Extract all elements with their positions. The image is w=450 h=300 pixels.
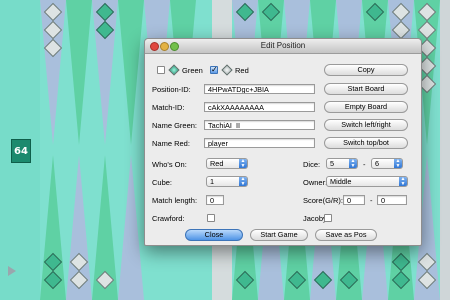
edit-position-dialog: Edit Position Green Red Copy Position-ID… xyxy=(144,38,422,246)
dialog-title: Edit Position xyxy=(260,41,306,50)
stepper-arrows-icon: ▲ ▼ xyxy=(239,176,247,187)
dice-1-value: 5 xyxy=(330,159,335,168)
cube-value: 1 xyxy=(210,177,215,186)
whos-on-value: Red xyxy=(210,159,224,168)
red-checker-icon xyxy=(221,64,233,76)
score-label: Score(G/R): xyxy=(303,196,344,205)
score-green-field[interactable]: 0 xyxy=(343,195,365,205)
start-game-button[interactable]: Start Game xyxy=(250,229,308,241)
close-button[interactable]: Close xyxy=(185,229,243,241)
doubling-cube[interactable]: 64 xyxy=(11,139,31,163)
empty-board-button[interactable]: Empty Board xyxy=(324,101,408,113)
switch-top-bot-button[interactable]: Switch top/bot xyxy=(324,137,408,149)
match-length-field[interactable]: 0 xyxy=(206,195,224,205)
position-id-field[interactable]: 4HPwATDgc+JBIA xyxy=(204,84,315,94)
whos-on-select[interactable]: Red ▲ ▼ xyxy=(206,158,248,169)
stepper-arrows-icon: ▲ ▼ xyxy=(394,158,402,169)
cube-select[interactable]: 1 ▲ ▼ xyxy=(206,176,248,187)
owner-value: Middle xyxy=(330,177,352,186)
stepper-arrows-icon: ▲ ▼ xyxy=(349,158,357,169)
owner-select[interactable]: Middle ▲ ▼ xyxy=(326,176,408,187)
cube-label: Cube: xyxy=(152,178,173,187)
red-label: Red xyxy=(235,66,249,75)
match-length-label: Match length: xyxy=(152,196,198,205)
score-separator: - xyxy=(370,196,373,205)
switch-left-right-button[interactable]: Switch left/right xyxy=(324,119,408,131)
name-green-field[interactable]: TachiAI_II xyxy=(204,120,315,130)
crawford-checkbox[interactable] xyxy=(207,214,215,222)
save-as-pos-button[interactable]: Save as Pos xyxy=(315,229,377,241)
title-bar[interactable]: Edit Position xyxy=(145,39,421,54)
match-id-label: Match-ID: xyxy=(152,103,185,112)
whos-on-label: Who's On: xyxy=(152,160,187,169)
name-green-label: Name Green: xyxy=(152,121,198,130)
red-checkbox[interactable] xyxy=(210,65,218,74)
green-checker-icon xyxy=(168,64,180,76)
dice-separator: - xyxy=(363,160,366,169)
name-red-field[interactable]: player xyxy=(204,138,315,148)
green-checkbox[interactable] xyxy=(157,66,165,74)
green-label: Green xyxy=(182,66,203,75)
stepper-arrows-icon: ▲ ▼ xyxy=(239,158,247,169)
dice-1-select[interactable]: 5 ▲ ▼ xyxy=(326,158,358,169)
name-red-label: Name Red: xyxy=(152,139,190,148)
dice-2-select[interactable]: 6 ▲ ▼ xyxy=(371,158,403,169)
dice-2-value: 6 xyxy=(375,159,380,168)
arrow-icon[interactable] xyxy=(8,266,16,276)
jacoby-checkbox[interactable] xyxy=(324,214,332,222)
owner-label: Owner: xyxy=(303,178,328,187)
crawford-label: Crawford: xyxy=(152,214,185,223)
position-id-label: Position-ID: xyxy=(152,85,191,94)
copy-button[interactable]: Copy xyxy=(324,64,408,76)
dice-label: Dice: xyxy=(303,160,321,169)
match-id-field[interactable]: cAkXAAAAAAAA xyxy=(204,102,315,112)
start-board-button[interactable]: Start Board xyxy=(324,83,408,95)
score-red-field[interactable]: 0 xyxy=(377,195,407,205)
stepper-arrows-icon: ▲ ▼ xyxy=(399,176,407,187)
